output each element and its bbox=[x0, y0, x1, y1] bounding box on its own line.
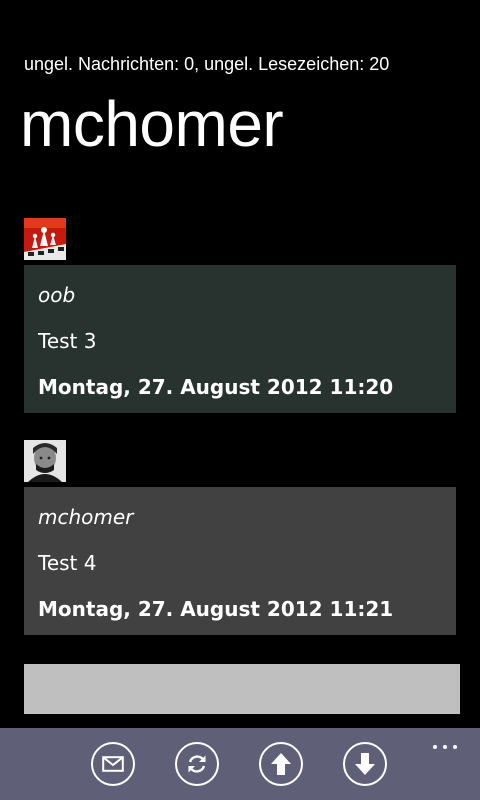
more-button[interactable] bbox=[432, 736, 458, 749]
post-date: Montag, 27. August 2012 11:20 bbox=[38, 375, 394, 399]
refresh-icon bbox=[188, 755, 206, 773]
portrait-avatar-icon bbox=[24, 440, 66, 482]
post-author: mchomer bbox=[38, 505, 134, 529]
page-title: mchomer bbox=[20, 88, 284, 160]
arrow-up-icon bbox=[271, 753, 291, 775]
post-text: Test 4 bbox=[38, 551, 97, 575]
scroll-up-button[interactable] bbox=[259, 742, 303, 786]
refresh-button[interactable] bbox=[175, 742, 219, 786]
mail-button[interactable] bbox=[91, 742, 135, 786]
post-author: oob bbox=[38, 283, 76, 307]
post-text: Test 3 bbox=[38, 329, 97, 353]
application-bar bbox=[0, 728, 480, 800]
post-item[interactable]: mchomer Test 4 Montag, 27. August 2012 1… bbox=[24, 487, 456, 635]
avatar[interactable] bbox=[24, 440, 66, 482]
post-item[interactable]: oob Test 3 Montag, 27. August 2012 11:20 bbox=[24, 265, 456, 413]
scroll-down-button[interactable] bbox=[343, 742, 387, 786]
post-date: Montag, 27. August 2012 11:21 bbox=[38, 597, 394, 621]
mail-icon bbox=[102, 756, 124, 772]
arrow-down-icon bbox=[355, 753, 375, 775]
screen: ungel. Nachrichten: 0, ungel. Lesezeiche… bbox=[0, 0, 480, 800]
ellipsis-icon bbox=[433, 745, 457, 749]
message-input[interactable] bbox=[24, 664, 460, 714]
unread-status-text: ungel. Nachrichten: 0, ungel. Lesezeiche… bbox=[24, 54, 390, 74]
chess-board-avatar-icon bbox=[24, 218, 66, 260]
avatar[interactable] bbox=[24, 218, 66, 260]
